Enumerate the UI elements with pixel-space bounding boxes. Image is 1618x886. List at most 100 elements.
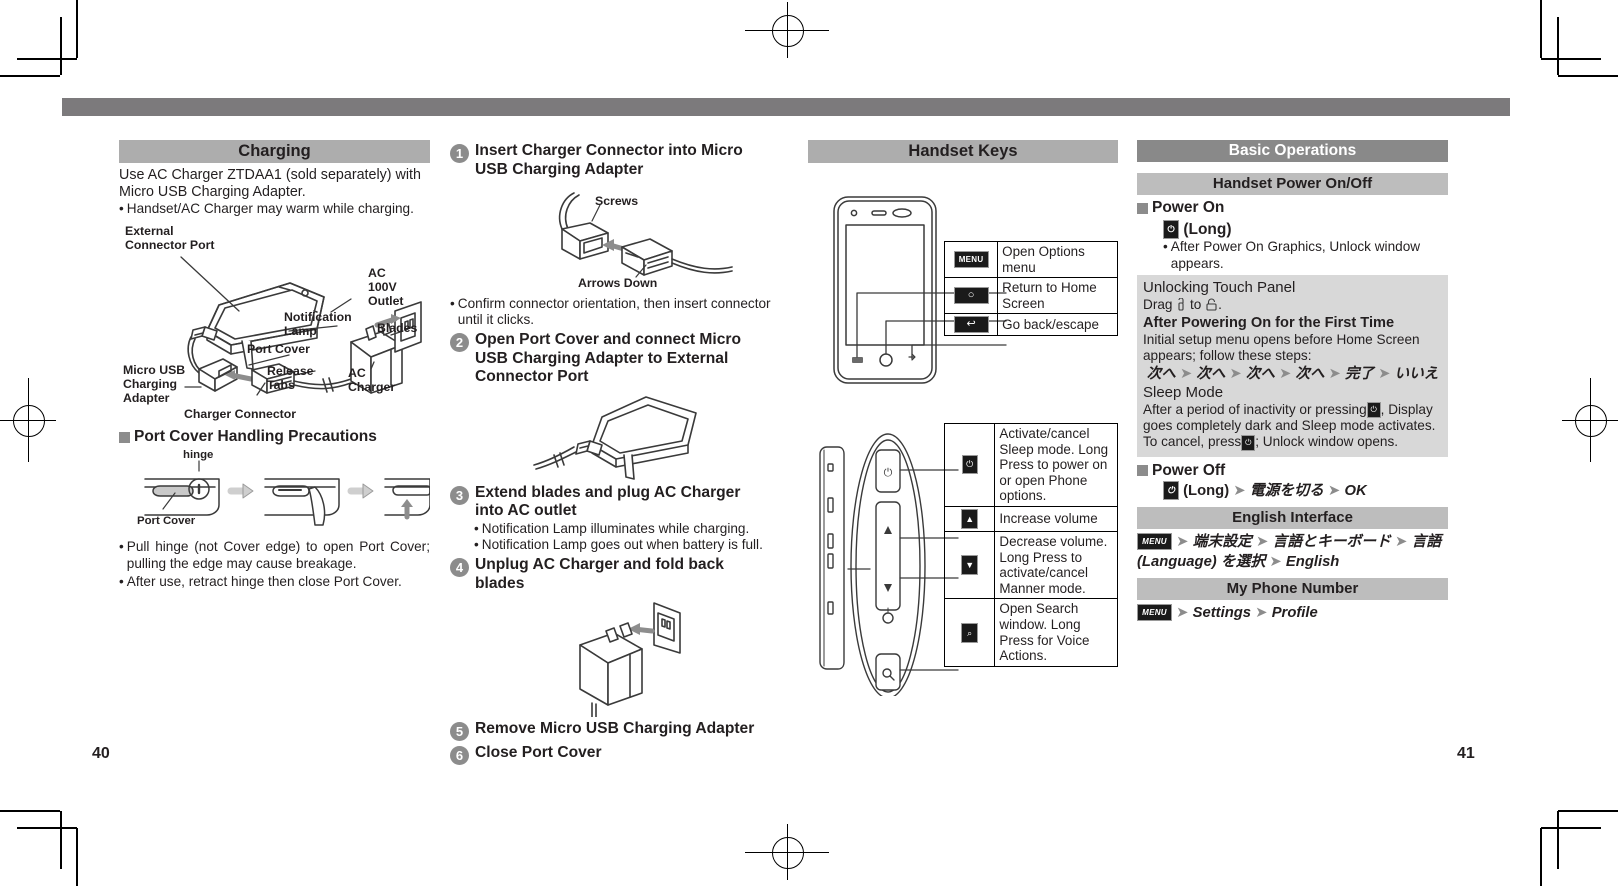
power-off-step-1: 電源を切る [1249, 482, 1324, 499]
english-interface-heading: English Interface [1137, 506, 1448, 529]
charging-steps-column: 1 Insert Charger Connector into Micro US… [450, 140, 772, 766]
crop-mark-bottom-left-h [0, 810, 60, 812]
power-on-bullet-text: After Power On Graphics, Unlock window a… [1170, 239, 1421, 271]
crop-mark-bottom-right-v2 [1557, 811, 1559, 869]
phone-step-2: Profile [1271, 604, 1318, 621]
volume-down-key-icon: ▼ [961, 555, 979, 576]
step3-bullet-2: Notification Lamp goes out when battery … [481, 537, 763, 553]
home-key-icon: ○ [953, 287, 989, 305]
step-text: Unplug AC Charger and fold back blades [475, 556, 724, 592]
arrow-icon: ➤ [1269, 553, 1282, 570]
step1-bullet-text: Confirm connector orientation, then inse… [457, 296, 771, 328]
arrow-icon: ➤ [1179, 365, 1193, 382]
step-3: 3 Extend blades and plug AC Charger into… [450, 484, 772, 521]
precaution-text-1: Pull hinge (not Cover edge) to open Port… [126, 539, 430, 571]
power-on-heading-text: Power On [1152, 199, 1225, 216]
step-text: Insert Charger Connector into Micro USB … [475, 142, 743, 178]
charging-illustration: External Connector Port AC 100V Outlet Noti… [119, 219, 430, 431]
crop-mark-top-right-v [1540, 0, 1542, 58]
power-on-bullet: • After Power On Graphics, Unlock window… [1163, 239, 1448, 271]
crop-mark-bottom-right-h [1558, 810, 1618, 812]
handset-front-illustration: MENU Open Options menu ○ Return to Home … [808, 173, 1118, 388]
sleep-mode-text: After a period of inactivity or pressing… [1143, 402, 1442, 451]
crop-mark-bottom-left-v [76, 828, 78, 886]
label-charger-connector: Charger Connector [184, 407, 297, 422]
label-external-connector-port: External Connector Port [125, 224, 215, 252]
power-on-long-label: (Long) [1183, 221, 1232, 238]
label-release-tabs: Release Tabs [267, 364, 314, 392]
power-key-icon: ⏻ [1163, 220, 1179, 240]
front-key-desc: Go back/escape [997, 313, 1118, 337]
bullet-dot: • [474, 537, 479, 553]
arrow-icon: ➤ [1233, 482, 1246, 499]
power-off-sequence: ⏻ (Long) ➤ 電源を切る ➤ OK [1163, 481, 1448, 501]
step-number: 3 [450, 485, 469, 505]
step-number: 5 [450, 722, 469, 742]
step-number: 2 [450, 333, 469, 353]
label-ac-charger: AC Charger [348, 366, 396, 394]
front-key-desc: Open Options menu [997, 240, 1118, 279]
table-row: ↩ Go back/escape [943, 313, 1118, 337]
english-step-1: 端末設定 [1192, 533, 1252, 550]
step-text: Remove Micro USB Charging Adapter [475, 720, 755, 738]
handset-side-illustration: ⏻ ⏻ Activate/cancel Sleep mode. Long Pre… [808, 406, 1118, 696]
side-key-desc: Increase volume [994, 505, 1118, 532]
label-hinge: hinge [183, 449, 214, 462]
arrow-icon: ➤ [1279, 365, 1292, 382]
crop-mark-top-left-v2 [60, 17, 62, 75]
power-key-icon: ⏻ [961, 455, 978, 475]
lock-handle-icon [1178, 297, 1184, 311]
port-cover-sequence-illustration: hinge Port Cover [119, 449, 430, 535]
charging-intro: Use AC Charger ZTDAA1 (sold separately) … [119, 167, 421, 200]
unlock-period: . [1218, 296, 1222, 312]
square-bullet-icon [119, 431, 130, 443]
padlock-icon [1206, 298, 1217, 311]
sleep-text-part-1: After a period of inactivity or pressing [1143, 401, 1367, 417]
registration-mark-top [745, 2, 829, 58]
step-number: 1 [450, 144, 469, 163]
crop-mark-bottom-left-v2 [60, 811, 62, 869]
bullet-dot: • [119, 201, 124, 217]
arrow-icon: ➤ [1255, 533, 1269, 550]
handset-keys-heading: Handset Keys [808, 140, 1118, 163]
unlocking-touch-panel-text: Drag to . [1143, 297, 1442, 313]
search-key-icon: ⌕ [961, 622, 979, 643]
first-time-steps: 次へ ➤ 次へ ➤ 次へ ➤ 次へ ➤ 完了 ➤ いいえ [1143, 365, 1442, 383]
page-number-left: 40 [92, 745, 110, 762]
step3-bullet-1: Notification Lamp illuminates while char… [481, 520, 750, 536]
sleep-text-part-3: ; Unlock window opens. [1255, 434, 1399, 450]
sleep-mode-title: Sleep Mode [1143, 383, 1224, 401]
bullet-dot: • [1163, 239, 1168, 255]
square-bullet-icon [1137, 465, 1148, 477]
bullet-dot: • [450, 296, 455, 311]
step-number: 4 [450, 558, 469, 578]
power-key-icon: ⏻ [1163, 481, 1179, 501]
side-key-desc: Decrease volume. Long Press to activate/… [994, 530, 1118, 600]
registration-mark-left [0, 378, 56, 462]
label-micro-usb-adapter: Micro USB Charging Adapter [123, 363, 186, 405]
menu-key-icon: MENU [1137, 533, 1172, 551]
power-info-box: Unlocking Touch Panel Drag to . After Po… [1137, 274, 1448, 457]
label-arrows-down: Arrows Down [578, 276, 658, 290]
label-blades: Blades [377, 321, 418, 336]
front-keys-table: MENU Open Options menu ○ Return to Home … [943, 240, 1118, 337]
english-step-4: English [1285, 553, 1340, 570]
precaution-text-2: After use, retract hinge then close Port… [126, 573, 402, 589]
arrow-icon: ➤ [1328, 365, 1341, 382]
charging-bullet-1: Handset/AC Charger may warm while chargi… [126, 201, 414, 217]
power-off-long-label: (Long) [1183, 482, 1230, 499]
back-key-icon: ↩ [953, 316, 989, 334]
side-key-desc: Activate/cancel Sleep mode. Long Press t… [994, 423, 1118, 507]
basic-operations-heading: Basic Operations [1137, 140, 1448, 162]
table-row: ⏻ Activate/cancel Sleep mode. Long Press… [943, 423, 1118, 507]
arrow-icon: ➤ [1255, 604, 1268, 621]
first-time-step-2: 次へ [1196, 365, 1226, 382]
step-text: Open Port Cover and connect Micro USB Ch… [475, 331, 741, 386]
menu-key-icon: MENU [953, 251, 989, 269]
first-time-step-6: いいえ [1394, 365, 1439, 382]
crop-mark-top-right-h2 [1541, 58, 1601, 60]
crop-mark-top-right-v2 [1557, 17, 1559, 75]
power-off-step-2: OK [1344, 482, 1367, 499]
svg-text:⏻: ⏻ [884, 466, 893, 479]
arrow-icon: ➤ [1378, 365, 1391, 382]
